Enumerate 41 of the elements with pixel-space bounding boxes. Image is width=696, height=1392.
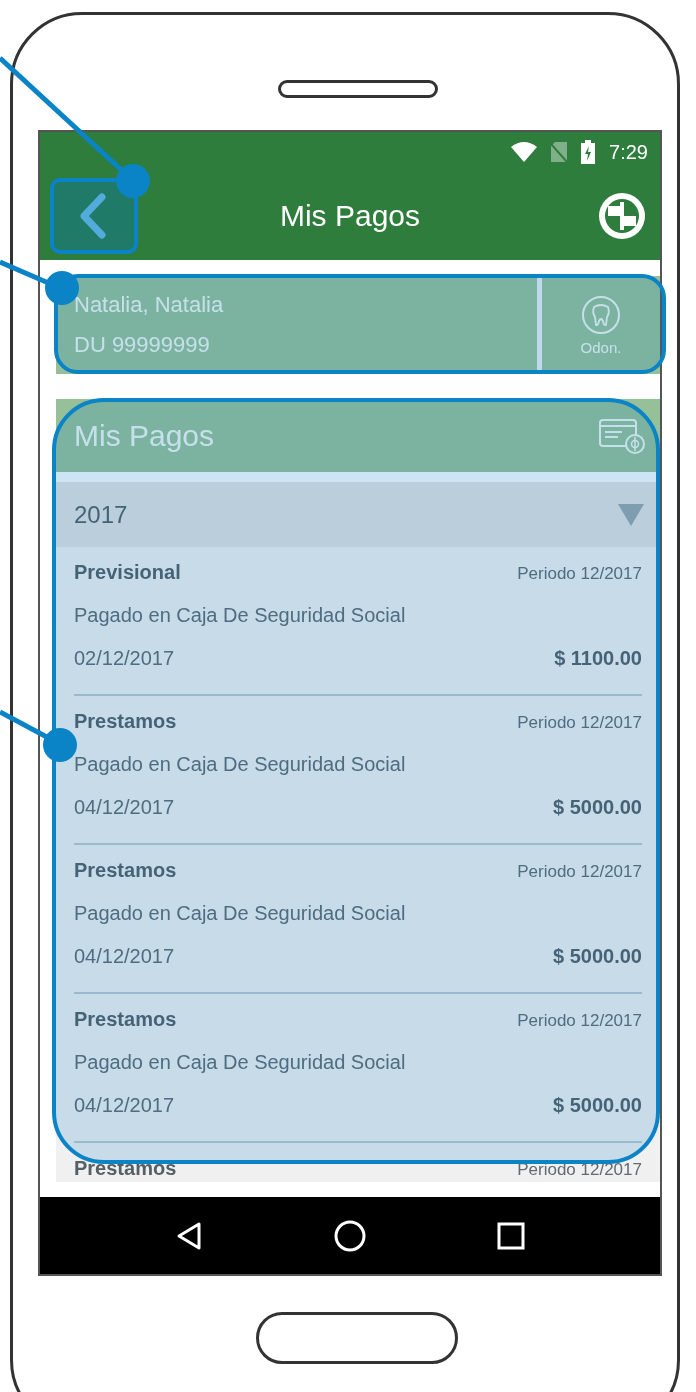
payment-date: 02/12/2017 <box>74 647 175 670</box>
nav-recents-button[interactable] <box>496 1221 525 1250</box>
battery-icon <box>581 140 596 164</box>
user-document: DU 99999999 <box>74 332 211 358</box>
payment-period: Periodo 12/2017 <box>517 1160 642 1180</box>
payment-amount: $ 5000.00 <box>553 1094 642 1117</box>
payment-description: Pagado en Caja De Seguridad Social <box>74 1051 407 1074</box>
logo-icon <box>598 192 646 240</box>
payment-date: 04/12/2017 <box>74 1094 175 1117</box>
screen-title: Mis Pagos <box>279 199 421 232</box>
payment-date: 04/12/2017 <box>74 796 175 819</box>
payment-period: Periodo 12/2017 <box>517 713 642 733</box>
user-name: Natalia, Natalia <box>74 292 225 318</box>
payment-item[interactable]: Prestamos Periodo 12/2017 Pagado en Caja De Seguridad Social 04/12/2017 $ 5000.00 <box>74 845 642 994</box>
payment-type: Prestamos <box>74 710 177 733</box>
payment-item[interactable]: Previsional Periodo 12/2017 Pagado en Caja De Seguridad Social 02/12/2017 $ 1100.00 <box>74 547 642 696</box>
nav-back-button[interactable] <box>175 1220 204 1251</box>
payment-period: Periodo 12/2017 <box>517 1011 642 1031</box>
payment-period: Periodo 12/2017 <box>517 564 642 584</box>
payment-type: Prestamos <box>74 859 177 882</box>
payment-type: Prestamos <box>74 1008 177 1031</box>
wifi-icon <box>511 142 538 162</box>
payment-amount: $ 5000.00 <box>553 796 642 819</box>
payment-item[interactable]: Prestamos Periodo 12/2017 Pagado en Caja De Seguridad Social 04/12/2017 $ 5000.00 <box>74 994 642 1143</box>
bill-dollar-icon <box>598 417 646 454</box>
no-sim-icon <box>551 142 568 162</box>
section-title: Mis Pagos <box>74 418 215 453</box>
payment-date: 04/12/2017 <box>74 945 175 968</box>
payment-amount: $ 1100.00 <box>554 647 642 670</box>
tooth-icon <box>581 294 621 335</box>
payment-description: Pagado en Caja De Seguridad Social <box>74 902 407 925</box>
payment-type: Prestamos <box>74 1157 177 1180</box>
payment-description: Pagado en Caja De Seguridad Social <box>74 604 407 627</box>
status-time: 7:29 <box>609 140 648 164</box>
payment-description: Pagado en Caja De Seguridad Social <box>74 753 407 776</box>
payment-type: Previsional <box>74 561 181 584</box>
payment-period: Periodo 12/2017 <box>517 862 642 882</box>
specialty-label: Odon. <box>580 338 622 356</box>
payment-amount: $ 5000.00 <box>553 945 642 968</box>
dropdown-triangle-icon <box>618 503 644 526</box>
nav-home-button[interactable] <box>334 1219 366 1252</box>
